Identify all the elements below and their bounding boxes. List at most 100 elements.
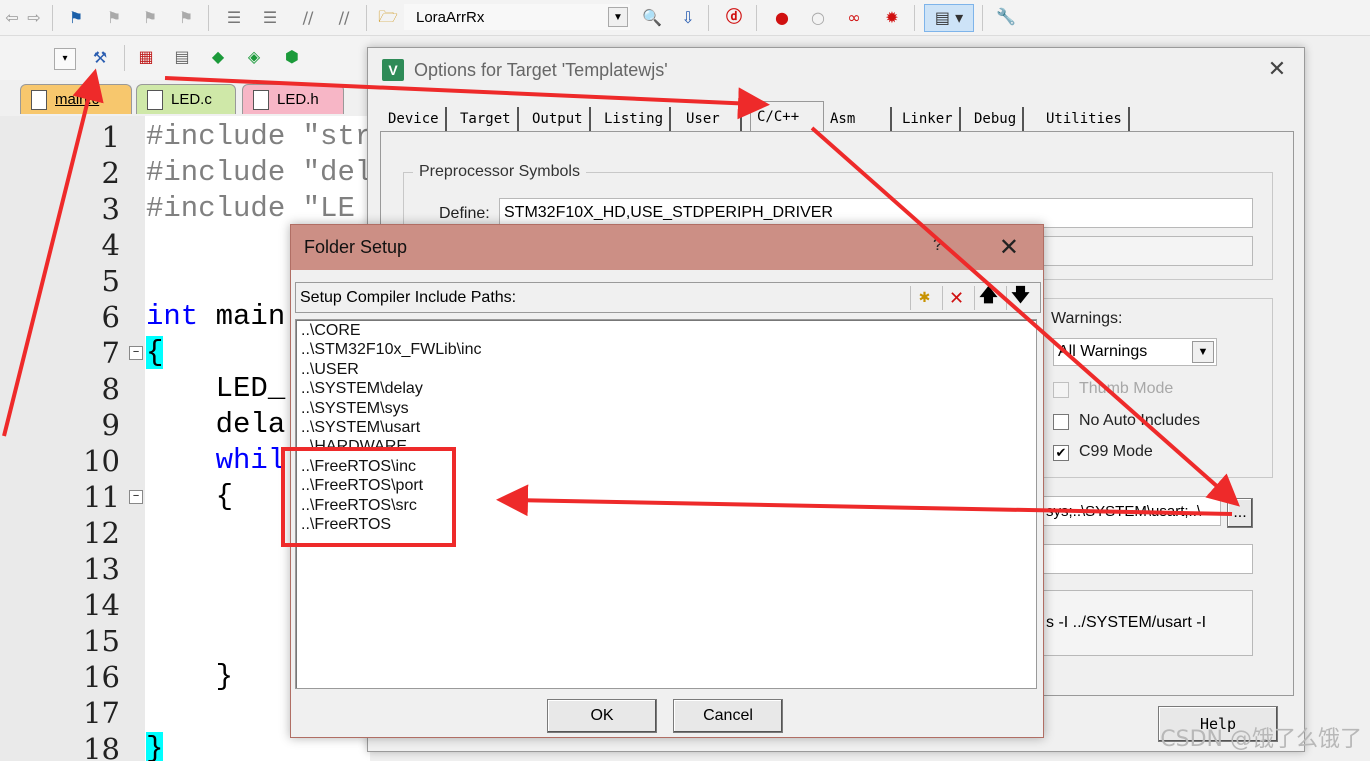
fold-collapse-icon[interactable]: − (129, 490, 143, 504)
list-item[interactable]: ..\STM32F10x_FWLib\inc (301, 341, 482, 359)
tab-main-c[interactable]: main.c (20, 84, 132, 114)
tab-listing[interactable]: Listing (598, 107, 672, 131)
next-bookmark-icon[interactable]: ⚑ (138, 6, 162, 30)
pack-installer-icon[interactable]: ◆ (206, 45, 230, 69)
define-label: Define: (439, 205, 490, 222)
select-software-packs-icon[interactable]: ◈ (242, 45, 266, 69)
indent-icon[interactable]: ☰ (222, 6, 246, 30)
code-token: "LE (302, 192, 355, 225)
tab-led-c[interactable]: LED.c (136, 84, 236, 114)
debug-start-icon[interactable]: ⓓ (722, 5, 746, 29)
line-number: 15 (83, 624, 120, 658)
thumb-mode-label: Thumb Mode (1079, 380, 1174, 397)
tab-led-h[interactable]: LED.h (242, 84, 344, 114)
target-combo[interactable]: LoraArrRx ▼ (404, 4, 630, 30)
misc-controls-field[interactable] (1041, 544, 1253, 574)
uncomment-icon[interactable]: // (332, 6, 356, 30)
tab-debug[interactable]: Debug (968, 107, 1025, 131)
window-layout-icon[interactable]: ▤ ▾ (924, 4, 974, 32)
breakpoint-icon[interactable]: ● (770, 6, 794, 30)
tab-user[interactable]: User (680, 107, 742, 131)
chevron-down-icon[interactable]: ▾ (54, 48, 76, 70)
manage-runtime-icon[interactable]: ⬢ (280, 45, 304, 69)
tab-device[interactable]: Device (382, 107, 447, 131)
toolbar-separator (914, 5, 915, 31)
line-number: 13 (83, 552, 120, 586)
nav-back-icon[interactable]: ⇦ (0, 6, 24, 30)
bookmark-icon[interactable]: ⚑ (64, 6, 88, 30)
manage-project-icon[interactable]: ▦ (134, 45, 158, 69)
include-paths-browse-button[interactable]: ... (1227, 498, 1253, 528)
line-number: 2 (101, 156, 120, 190)
disable-all-breakpoints-icon[interactable]: ∞ (842, 6, 866, 30)
watermark: CSDN @饿了么饿了 (1160, 727, 1362, 752)
tab-c-cpp[interactable]: C/C++ (750, 101, 824, 131)
list-item[interactable]: ..\SYSTEM\sys (301, 400, 409, 418)
no-auto-includes-checkbox[interactable] (1053, 414, 1069, 430)
line-number: 7 (101, 336, 120, 370)
incremental-find-icon[interactable]: ⇩ (676, 6, 700, 30)
line-number: 3 (101, 192, 120, 226)
tab-output[interactable]: Output (526, 107, 591, 131)
chevron-down-icon[interactable]: ▼ (608, 7, 628, 27)
chevron-down-icon[interactable]: ▼ (1192, 341, 1214, 363)
find-in-files-icon[interactable]: 🔍 (640, 6, 664, 30)
kill-breakpoints-icon[interactable]: ✹ (880, 6, 904, 30)
toolbar-separator (708, 5, 709, 31)
code-line: } (146, 732, 164, 761)
help-icon[interactable]: ? (933, 235, 942, 255)
list-item[interactable]: ..\SYSTEM\usart (301, 419, 420, 437)
main-toolbar: ⇦ ⇨ ⚑ ⚑ ⚑ ⚑ ☰ ☰ // // 🗁 LoraArrRx ▼ 🔍 ⇩ … (0, 0, 1370, 36)
move-up-icon[interactable]: 🡅 (974, 285, 1002, 310)
tab-linker[interactable]: Linker (896, 107, 961, 131)
cancel-button[interactable]: Cancel (673, 699, 783, 733)
tab-utilities[interactable]: Utilities (1040, 107, 1130, 131)
clear-bookmarks-icon[interactable]: ⚑ (174, 6, 198, 30)
compiler-control-text: s -I ../SYSTEM/usart -I (1046, 614, 1207, 631)
tab-target[interactable]: Target (454, 107, 519, 131)
comment-icon[interactable]: // (296, 6, 320, 30)
tab-asm[interactable]: Asm (824, 107, 892, 131)
configure-wrench-icon[interactable]: 🔧 (994, 5, 1018, 29)
code-line: int main (146, 300, 285, 333)
ok-button[interactable]: OK (547, 699, 657, 733)
code-token: { (146, 336, 164, 369)
options-for-target-icon[interactable]: ⚒ (88, 46, 112, 70)
target-name: LoraArrRx (416, 8, 485, 26)
prev-bookmark-icon[interactable]: ⚑ (102, 6, 126, 30)
list-item[interactable]: ..\USER (301, 361, 359, 379)
toolbar-separator (124, 45, 125, 71)
line-number: 6 (101, 300, 120, 334)
code-line: { (146, 336, 164, 369)
toolbar-separator (366, 5, 367, 31)
disable-breakpoint-icon[interactable]: ○ (806, 6, 830, 30)
c99-mode-checkbox[interactable]: ✔ (1053, 445, 1069, 461)
fold-collapse-icon[interactable]: − (129, 346, 143, 360)
code-token: } (146, 732, 164, 761)
delete-icon[interactable]: ✕ (942, 286, 970, 310)
new-folder-icon[interactable]: ✱ (910, 286, 938, 310)
close-icon[interactable]: ✕ (1264, 56, 1290, 82)
thumb-mode-checkbox[interactable] (1053, 382, 1069, 398)
dialog-title-bar[interactable]: Folder Setup ? ✕ (291, 225, 1043, 270)
line-number: 14 (83, 588, 120, 622)
move-down-icon[interactable]: 🡇 (1006, 285, 1034, 310)
file-icon (31, 90, 47, 110)
tab-label: LED.h (277, 91, 319, 108)
nav-forward-icon[interactable]: ⇨ (22, 6, 46, 30)
file-icon (253, 90, 269, 110)
highlight-box (281, 447, 456, 547)
line-number: 9 (101, 408, 120, 442)
list-item[interactable]: ..\CORE (301, 322, 361, 340)
open-folder-icon[interactable]: 🗁 (376, 5, 400, 29)
code-token: "del (302, 156, 373, 189)
dialog-title-bar[interactable]: V Options for Target 'Templatewjs' ✕ (368, 48, 1304, 93)
code-line: whil (146, 444, 286, 477)
warnings-select[interactable]: All Warnings ▼ (1053, 338, 1217, 366)
unindent-icon[interactable]: ☰ (258, 6, 282, 30)
close-icon[interactable]: ✕ (999, 233, 1019, 262)
warnings-label: Warnings: (1051, 310, 1123, 327)
manage-multi-project-icon[interactable]: ▤ (170, 45, 194, 69)
include-paths-field[interactable]: sys;..\SYSTEM\usart;..\ (1041, 496, 1221, 526)
list-item[interactable]: ..\SYSTEM\delay (301, 380, 423, 398)
